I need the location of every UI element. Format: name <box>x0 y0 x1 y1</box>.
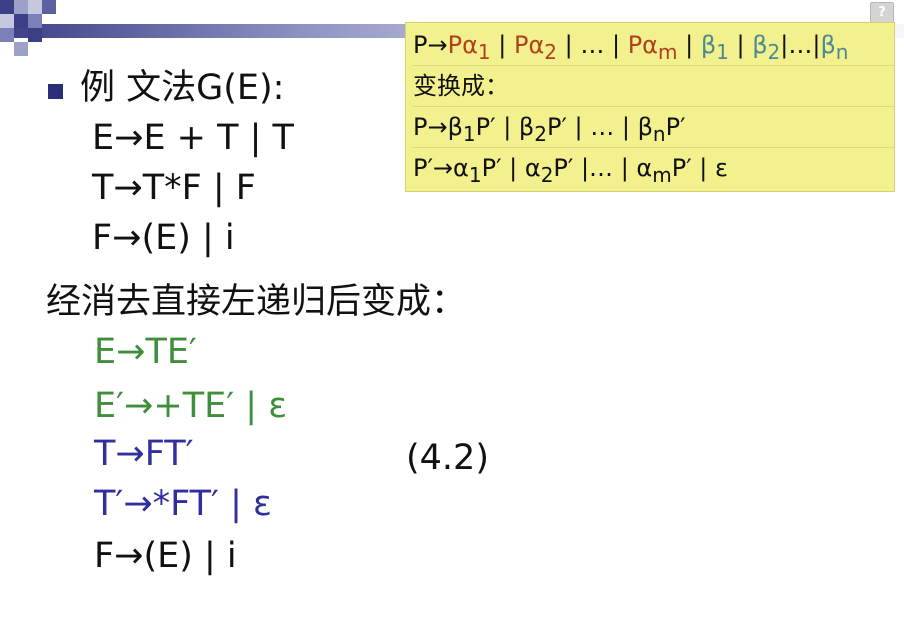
decor-square <box>14 42 28 56</box>
result-rule: T→FT′ <box>94 434 194 474</box>
grammar-rule: F→(E) | i <box>92 218 235 258</box>
rule-lhs: P→ <box>413 31 448 59</box>
separator: |…| <box>780 31 821 59</box>
grammar-rule: E→E + T | T <box>92 118 294 158</box>
after-elimination-text: 经消去直接左递归后变成： <box>46 282 467 322</box>
alpha-term: Pα2 <box>513 31 557 64</box>
decor-square <box>28 14 42 28</box>
bullet-icon <box>48 84 63 99</box>
result-rule: F→(E) | i <box>94 536 237 576</box>
decor-square <box>28 28 42 42</box>
beta-term: βn <box>820 31 849 64</box>
decor-square <box>28 0 42 14</box>
rule-line-p: P→β1P′ | β2P′ | … | βnP′ <box>413 106 894 147</box>
separator: | <box>728 31 753 59</box>
rule-box: P→Pα1 | Pα2 | … | Pαm | β1 | β2|…|βn 变换成… <box>405 22 895 192</box>
equation-number: (4.2) <box>406 438 489 478</box>
separator: | <box>490 31 514 59</box>
help-label: ? <box>878 5 886 20</box>
alpha-term: Pα1 <box>447 31 491 64</box>
decor-square <box>0 0 14 14</box>
rule-line-p-prime: P′→α1P′ | α2P′ |… | αmP′ | ε <box>413 147 894 188</box>
decor-square <box>14 0 28 14</box>
result-rule: E′→+TE′ | ε <box>94 386 288 426</box>
alpha-term: Pαm <box>627 31 678 64</box>
decor-square <box>42 0 56 14</box>
rule-line-transform-label: 变换成： <box>413 65 894 106</box>
example-heading: 例 文法G(E): <box>80 68 285 108</box>
beta-term: β1 <box>700 31 729 64</box>
separator: | … | <box>557 31 628 59</box>
grammar-rule: T→T*F | F <box>92 168 256 208</box>
result-rule: E→TE′ <box>94 332 197 372</box>
question-mark-icon[interactable]: ? <box>870 2 894 24</box>
decor-square <box>0 14 14 28</box>
rule-line-original: P→Pα1 | Pα2 | … | Pαm | β1 | β2|…|βn <box>413 25 894 65</box>
decor-square <box>14 14 28 28</box>
separator: | <box>677 31 701 59</box>
result-rule: T′→*FT′ | ε <box>94 484 272 524</box>
beta-term: β2 <box>752 31 781 64</box>
decor-square <box>0 28 14 42</box>
